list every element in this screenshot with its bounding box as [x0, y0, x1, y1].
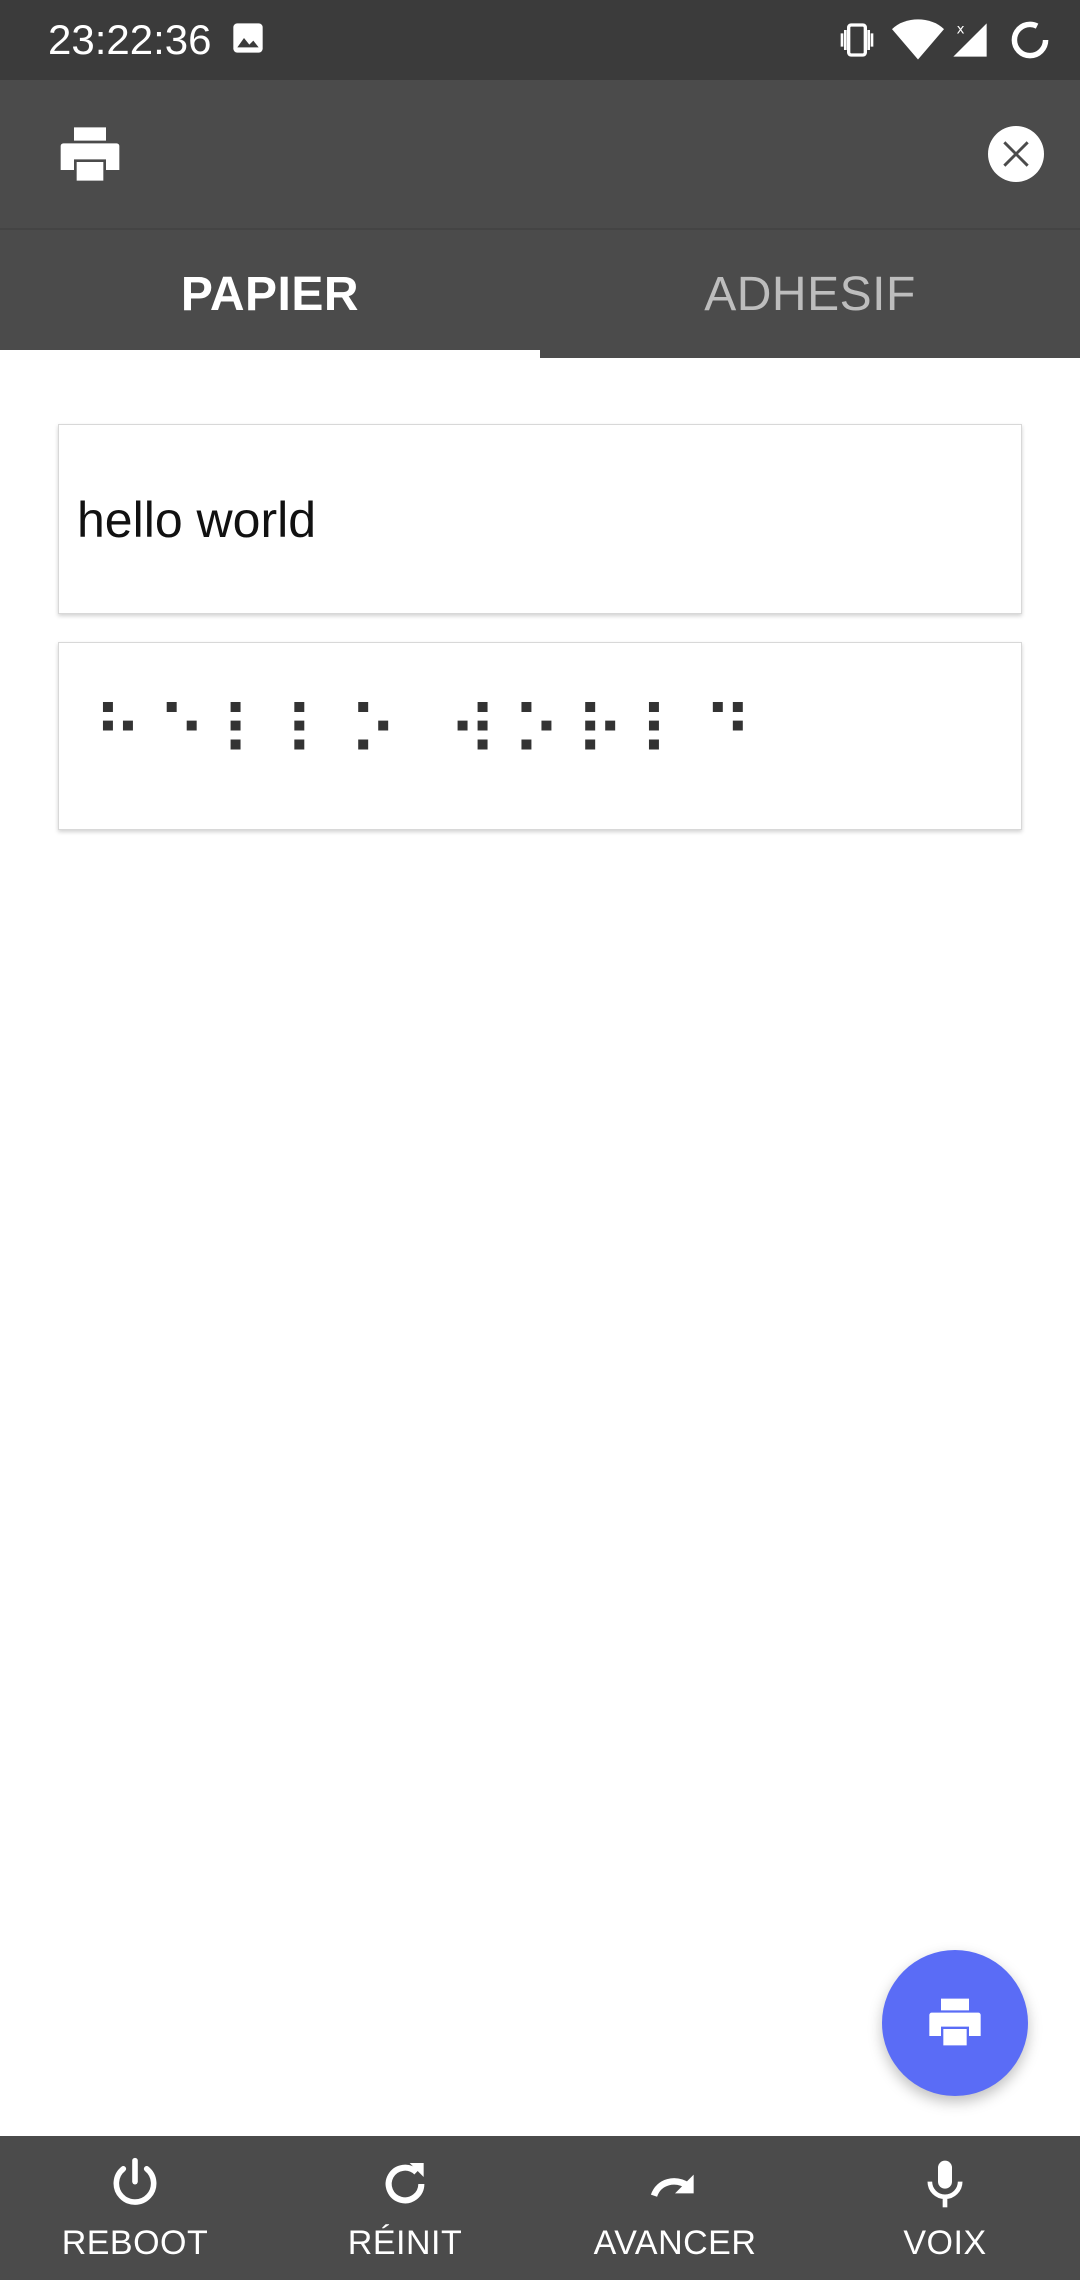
svg-text:x: x	[957, 22, 965, 37]
tab-adhesif-label: ADHESIF	[704, 267, 916, 321]
braille-output-card: ⠓⠑⠇⠇⠕ ⠺⠕⠗⠇⠙	[58, 642, 1022, 830]
printer-icon	[58, 124, 122, 189]
avancer-label: AVANCER	[593, 2224, 757, 2262]
tab-papier-label: PAPIER	[180, 267, 360, 321]
avancer-button[interactable]: AVANCER	[540, 2136, 810, 2280]
power-icon	[113, 2157, 157, 2205]
close-icon	[1003, 141, 1029, 167]
status-bar: 23:22:36 x	[0, 0, 1080, 80]
reinit-label: RÉINIT	[347, 2224, 463, 2262]
reboot-label: REBOOT	[61, 2224, 209, 2262]
close-button[interactable]	[988, 126, 1044, 182]
app-bar	[0, 80, 1080, 228]
tab-adhesif[interactable]: ADHESIF	[540, 230, 1080, 358]
gallery-icon	[232, 22, 264, 59]
text-input-card	[58, 424, 1022, 614]
print-fab-button[interactable]	[882, 1950, 1028, 2096]
printer-icon	[929, 1998, 981, 2046]
redo-icon	[650, 2174, 694, 2198]
braille-output: ⠓⠑⠇⠇⠕ ⠺⠕⠗⠇⠙	[93, 693, 767, 772]
reinit-button[interactable]: RÉINIT	[270, 2136, 540, 2280]
tab-papier[interactable]: PAPIER	[0, 230, 540, 358]
status-time: 23:22:36	[48, 16, 212, 63]
reboot-button[interactable]: REBOOT	[0, 2136, 270, 2280]
text-input[interactable]	[77, 485, 997, 555]
microphone-icon	[927, 2160, 963, 2208]
voix-label: VOIX	[903, 2224, 987, 2262]
refresh-icon	[385, 2163, 425, 2204]
bottom-action-bar: REBOOT RÉINIT AVANCER VOIX	[0, 2136, 1080, 2280]
tab-indicator	[0, 350, 540, 358]
tab-bar: PAPIER ADHESIF	[0, 228, 1080, 358]
voix-button[interactable]: VOIX	[810, 2136, 1080, 2280]
